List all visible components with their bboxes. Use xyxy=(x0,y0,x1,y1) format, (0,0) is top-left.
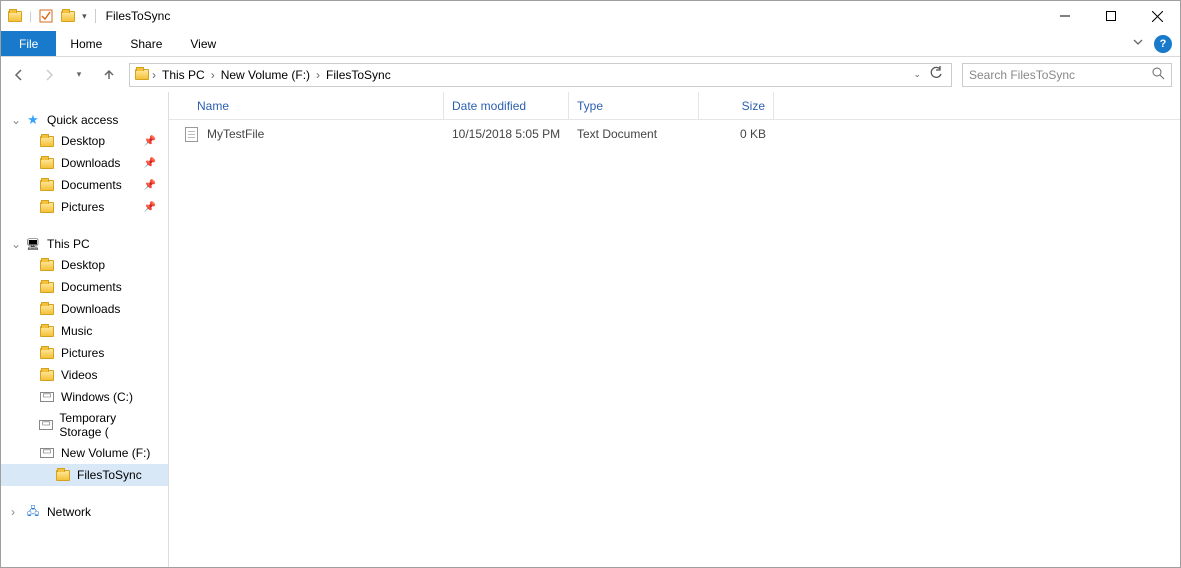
pin-icon: 📌 xyxy=(144,180,156,191)
qat-dropdown-icon[interactable]: ▾ xyxy=(82,11,87,22)
sidebar-item-desktop2[interactable]: Desktop xyxy=(1,254,168,276)
search-icon[interactable] xyxy=(1152,67,1165,83)
column-headers: Name Date modified Type Size xyxy=(169,92,1180,120)
file-size: 0 KB xyxy=(699,127,774,141)
sidebar-item-documents[interactable]: Documents📌 xyxy=(1,174,168,196)
column-size[interactable]: Size xyxy=(699,92,774,119)
sidebar-this-pc[interactable]: This PC xyxy=(1,234,168,254)
text-file-icon xyxy=(183,126,199,142)
sidebar-network[interactable]: Network xyxy=(1,502,168,522)
address-bar[interactable]: › This PC › New Volume (F:) › FilesToSyn… xyxy=(129,63,952,87)
tab-file[interactable]: File xyxy=(1,31,56,56)
file-list: Name Date modified Type Size MyTestFile … xyxy=(169,92,1180,567)
pc-icon xyxy=(25,236,41,252)
ribbon-expand-icon[interactable] xyxy=(1122,36,1154,51)
file-date: 10/15/2018 5:05 PM xyxy=(444,127,569,141)
sidebar-item-downloads2[interactable]: Downloads xyxy=(1,298,168,320)
sidebar-item-filestosync[interactable]: FilesToSync xyxy=(1,464,168,486)
app-icon xyxy=(7,8,23,24)
navigation-bar: ▾ › This PC › New Volume (F:) › FilesToS… xyxy=(1,57,1180,92)
search-placeholder: Search FilesToSync xyxy=(969,68,1152,82)
column-type[interactable]: Type xyxy=(569,92,699,119)
breadcrumb-seg-0[interactable]: This PC xyxy=(158,68,209,82)
pin-icon: 📌 xyxy=(144,136,156,147)
sidebar-quick-access[interactable]: Quick access xyxy=(1,110,168,130)
refresh-button[interactable] xyxy=(929,66,943,83)
help-button[interactable]: ? xyxy=(1154,35,1172,53)
pin-icon: 📌 xyxy=(144,158,156,169)
address-folder-icon xyxy=(134,67,150,83)
title-bar: | ▾ FilesToSync xyxy=(1,1,1180,31)
file-row[interactable]: MyTestFile 10/15/2018 5:05 PM Text Docum… xyxy=(169,120,1180,144)
breadcrumb-seg-2[interactable]: FilesToSync xyxy=(322,68,395,82)
tab-view[interactable]: View xyxy=(176,31,230,56)
sidebar-item-drive-f[interactable]: New Volume (F:) xyxy=(1,442,168,464)
sidebar-item-music[interactable]: Music xyxy=(1,320,168,342)
file-name: MyTestFile xyxy=(207,127,264,141)
sidebar-item-pictures2[interactable]: Pictures xyxy=(1,342,168,364)
minimize-button[interactable] xyxy=(1042,1,1088,31)
sidebar-item-videos[interactable]: Videos xyxy=(1,364,168,386)
sidebar-item-pictures[interactable]: Pictures📌 xyxy=(1,196,168,218)
network-icon xyxy=(25,504,41,520)
sidebar-item-documents2[interactable]: Documents xyxy=(1,276,168,298)
back-button[interactable] xyxy=(9,65,29,85)
chevron-right-icon[interactable]: › xyxy=(316,68,320,82)
column-date[interactable]: Date modified xyxy=(444,92,569,119)
column-name[interactable]: Name xyxy=(169,92,444,119)
sidebar-item-drive-c[interactable]: Windows (C:) xyxy=(1,386,168,408)
tab-share[interactable]: Share xyxy=(116,31,176,56)
breadcrumb-seg-1[interactable]: New Volume (F:) xyxy=(217,68,314,82)
chevron-right-icon[interactable]: › xyxy=(152,68,156,82)
file-type: Text Document xyxy=(569,127,699,141)
up-button[interactable] xyxy=(99,65,119,85)
chevron-right-icon[interactable]: › xyxy=(211,68,215,82)
sidebar-item-downloads[interactable]: Downloads📌 xyxy=(1,152,168,174)
sidebar-item-desktop[interactable]: Desktop📌 xyxy=(1,130,168,152)
window-title: FilesToSync xyxy=(95,9,171,23)
forward-button xyxy=(39,65,59,85)
address-dropdown-icon[interactable]: ⌄ xyxy=(913,69,921,80)
close-button[interactable] xyxy=(1134,1,1180,31)
search-input[interactable]: Search FilesToSync xyxy=(962,63,1172,87)
drive-icon xyxy=(39,417,53,433)
qat-separator: | xyxy=(29,9,32,23)
qat-newfolder-icon[interactable] xyxy=(60,8,76,24)
star-icon xyxy=(25,112,41,128)
ribbon-tabs: File Home Share View ? xyxy=(1,31,1180,57)
drive-icon xyxy=(39,445,55,461)
qat-properties-icon[interactable] xyxy=(38,8,54,24)
navigation-pane: Quick access Desktop📌 Downloads📌 Documen… xyxy=(1,92,169,567)
tab-home[interactable]: Home xyxy=(56,31,116,56)
drive-icon xyxy=(39,389,55,405)
recent-locations-button[interactable]: ▾ xyxy=(69,65,89,85)
maximize-button[interactable] xyxy=(1088,1,1134,31)
pin-icon: 📌 xyxy=(144,202,156,213)
sidebar-item-drive-temp[interactable]: Temporary Storage ( xyxy=(1,408,168,442)
